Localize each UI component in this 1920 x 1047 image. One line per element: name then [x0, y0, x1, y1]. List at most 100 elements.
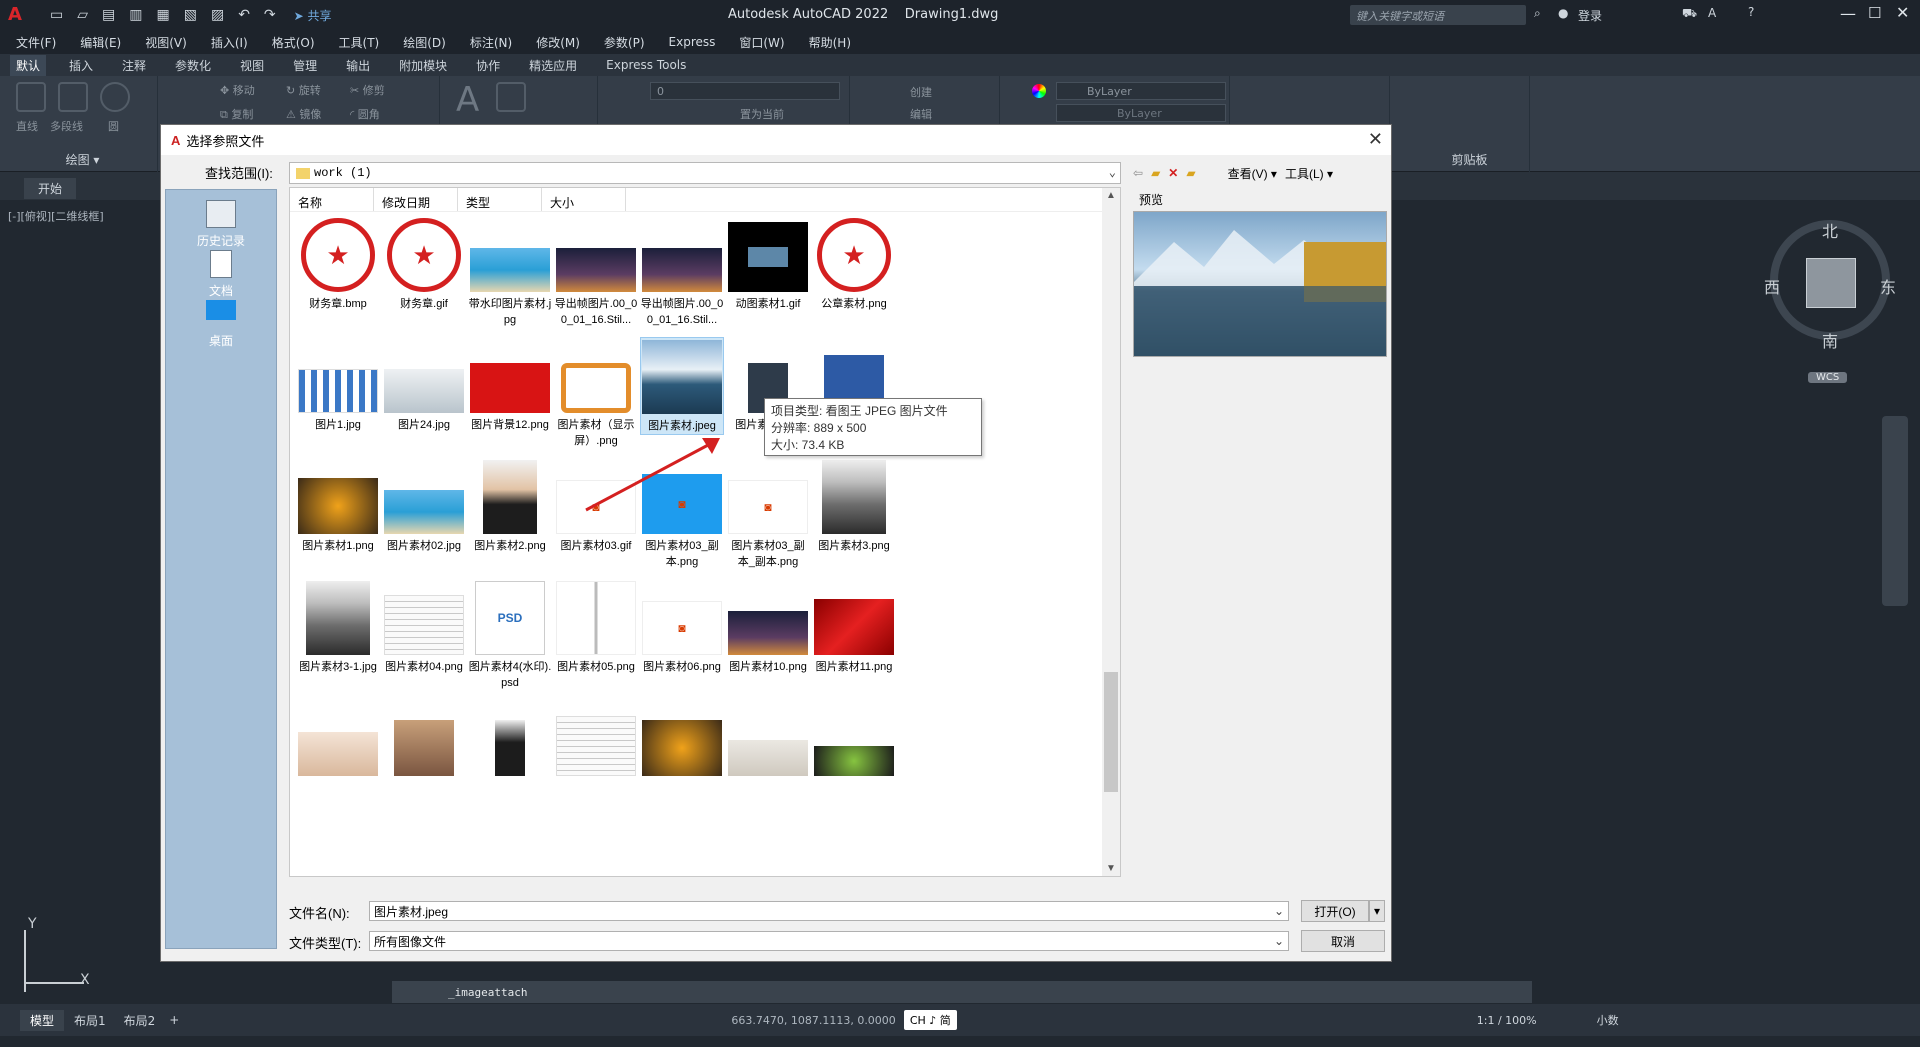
- scroll-down-icon[interactable]: ▼: [1106, 863, 1116, 874]
- cart-icon[interactable]: ⛟: [1682, 6, 1697, 22]
- tab-manage[interactable]: 管理: [287, 55, 323, 76]
- open-button[interactable]: 打开(O): [1301, 900, 1369, 922]
- draw-group-label[interactable]: 绘图 ▾: [8, 151, 157, 168]
- add-layout-icon[interactable]: +: [169, 1013, 179, 1027]
- menu-tools[interactable]: 工具(T): [339, 34, 380, 51]
- mirror-button[interactable]: ⚠ 镜像: [286, 106, 321, 122]
- share-button[interactable]: ➤ 共享: [294, 7, 332, 24]
- tab-featured-apps[interactable]: 精选应用: [523, 55, 583, 76]
- viewcube-north[interactable]: 北: [1822, 218, 1838, 242]
- web-save-icon[interactable]: ▧: [184, 7, 197, 23]
- filename-chevron-icon[interactable]: ⌄: [1274, 904, 1284, 918]
- file-item[interactable]: 图片素材1.png: [296, 458, 380, 554]
- layer-dropdown[interactable]: 0: [650, 82, 840, 100]
- login-button[interactable]: 登录: [1578, 7, 1602, 24]
- undo-icon[interactable]: ↶: [238, 7, 250, 23]
- menu-help[interactable]: 帮助(H): [809, 34, 851, 51]
- lookin-dropdown[interactable]: work (1) ⌄: [289, 162, 1121, 184]
- tab-default[interactable]: 默认: [10, 54, 47, 76]
- trim-button[interactable]: ✂ 修剪: [350, 82, 385, 98]
- wcs-dropdown[interactable]: WCS: [1808, 372, 1848, 383]
- tools-menu-button[interactable]: 工具(L) ▾: [1285, 165, 1333, 182]
- file-item[interactable]: ★ 财务章.gif: [382, 216, 466, 312]
- viewcube-west[interactable]: 西: [1764, 274, 1780, 298]
- create-block-button[interactable]: 创建: [910, 84, 932, 100]
- file-item[interactable]: ◙ 图片素材03_副本_副本.png: [726, 458, 810, 570]
- dimension-icon[interactable]: [496, 82, 526, 112]
- new-folder-icon[interactable]: ▰: [1186, 166, 1195, 180]
- file-item[interactable]: 带水印图片素材.jpg: [468, 216, 552, 328]
- new-icon[interactable]: ▭: [50, 7, 63, 23]
- tab-layout2[interactable]: 布局2: [124, 1012, 156, 1029]
- filename-input[interactable]: 图片素材.jpeg ⌄: [369, 901, 1289, 921]
- web-open-icon[interactable]: ▦: [156, 7, 169, 23]
- text-icon[interactable]: A: [456, 80, 479, 120]
- file-list[interactable]: 名称 修改日期 类型 大小 ★ 财务章.bmp ★ 财务章.gif 带水印图片素材.jp…: [289, 187, 1121, 877]
- maximize-button[interactable]: ☐: [1868, 4, 1881, 22]
- file-item[interactable]: [554, 700, 638, 780]
- delete-icon[interactable]: ✕: [1168, 166, 1178, 180]
- column-date[interactable]: 修改日期: [374, 188, 458, 211]
- filetype-chevron-icon[interactable]: ⌄: [1274, 934, 1284, 948]
- file-item[interactable]: 图片1.jpg: [296, 337, 380, 433]
- line-icon[interactable]: [16, 82, 46, 112]
- file-item[interactable]: PSD 图片素材4(水印).psd: [468, 579, 552, 691]
- save-icon[interactable]: ▤: [102, 7, 115, 23]
- dialog-close-button[interactable]: ✕: [1368, 129, 1383, 150]
- file-item[interactable]: 导出帧图片.00_00_01_16.Stil...: [640, 216, 724, 328]
- file-item[interactable]: 图片素材3.png: [812, 458, 896, 554]
- close-button[interactable]: ✕: [1896, 3, 1909, 22]
- ime-indicator[interactable]: CH ♪ 简: [903, 1010, 957, 1030]
- minimize-button[interactable]: —: [1840, 4, 1856, 23]
- file-item[interactable]: [468, 700, 552, 780]
- place-documents[interactable]: 文档: [166, 250, 276, 299]
- column-type[interactable]: 类型: [458, 188, 542, 211]
- column-name[interactable]: 名称: [290, 188, 374, 211]
- open-options-button[interactable]: ▾: [1369, 900, 1385, 922]
- file-item[interactable]: 图片24.jpg: [382, 337, 466, 433]
- annotation-scale[interactable]: 1:1 / 100%: [1477, 1014, 1537, 1027]
- units-dropdown[interactable]: 小数: [1597, 1012, 1619, 1028]
- edit-block-button[interactable]: 编辑: [910, 106, 932, 122]
- tab-view[interactable]: 视图: [234, 55, 270, 76]
- file-item[interactable]: 图片素材05.png: [554, 579, 638, 675]
- file-item[interactable]: ★ 公章素材.png: [812, 216, 896, 312]
- menu-edit[interactable]: 编辑(E): [80, 34, 121, 51]
- file-item[interactable]: [812, 700, 896, 780]
- file-item[interactable]: 图片素材10.png: [726, 579, 810, 675]
- redo-icon[interactable]: ↷: [264, 7, 276, 23]
- user-icon[interactable]: ●: [1558, 6, 1568, 20]
- viewport-controls[interactable]: [-][俯视][二维线框]: [8, 208, 104, 224]
- coordinates-readout[interactable]: 663.7470, 1087.1113, 0.0000: [731, 1014, 895, 1027]
- help-icon[interactable]: ?: [1748, 5, 1754, 19]
- viewcube-east[interactable]: 东: [1880, 274, 1896, 298]
- menu-draw[interactable]: 绘图(D): [403, 34, 446, 51]
- scroll-up-icon[interactable]: ▲: [1106, 190, 1116, 201]
- tab-collaborate[interactable]: 协作: [470, 55, 506, 76]
- scrollbar-thumb[interactable]: [1104, 672, 1118, 792]
- tab-parametric[interactable]: 参数化: [169, 55, 217, 76]
- file-item[interactable]: 图片素材02.jpg: [382, 458, 466, 554]
- linetype-dropdown[interactable]: ByLayer: [1056, 104, 1226, 122]
- menu-insert[interactable]: 插入(I): [211, 34, 248, 51]
- autodesk-a360-icon[interactable]: A: [1708, 6, 1716, 20]
- polyline-icon[interactable]: [58, 82, 88, 112]
- place-history[interactable]: 历史记录: [166, 200, 276, 249]
- file-item[interactable]: 图片背景12.png: [468, 337, 552, 433]
- menu-parametric[interactable]: 参数(P): [604, 34, 645, 51]
- tab-annotate[interactable]: 注释: [116, 55, 152, 76]
- file-item[interactable]: ◙ 图片素材06.png: [640, 579, 724, 675]
- file-item[interactable]: 图片素材2.png: [468, 458, 552, 554]
- rotate-button[interactable]: ↻ 旋转: [286, 82, 321, 98]
- move-button[interactable]: ✥ 移动: [220, 82, 255, 98]
- tab-addins[interactable]: 附加模块: [393, 55, 453, 76]
- tab-start[interactable]: 开始: [24, 178, 77, 199]
- filetype-dropdown[interactable]: 所有图像文件 ⌄: [369, 931, 1289, 951]
- menu-format[interactable]: 格式(O): [272, 34, 315, 51]
- color-dropdown[interactable]: ByLayer: [1056, 82, 1226, 100]
- file-item[interactable]: ★ 财务章.bmp: [296, 216, 380, 312]
- file-item[interactable]: [296, 700, 380, 780]
- saveas-icon[interactable]: ▥: [129, 7, 142, 23]
- up-folder-icon[interactable]: ▰: [1151, 166, 1160, 180]
- file-item[interactable]: [640, 700, 724, 780]
